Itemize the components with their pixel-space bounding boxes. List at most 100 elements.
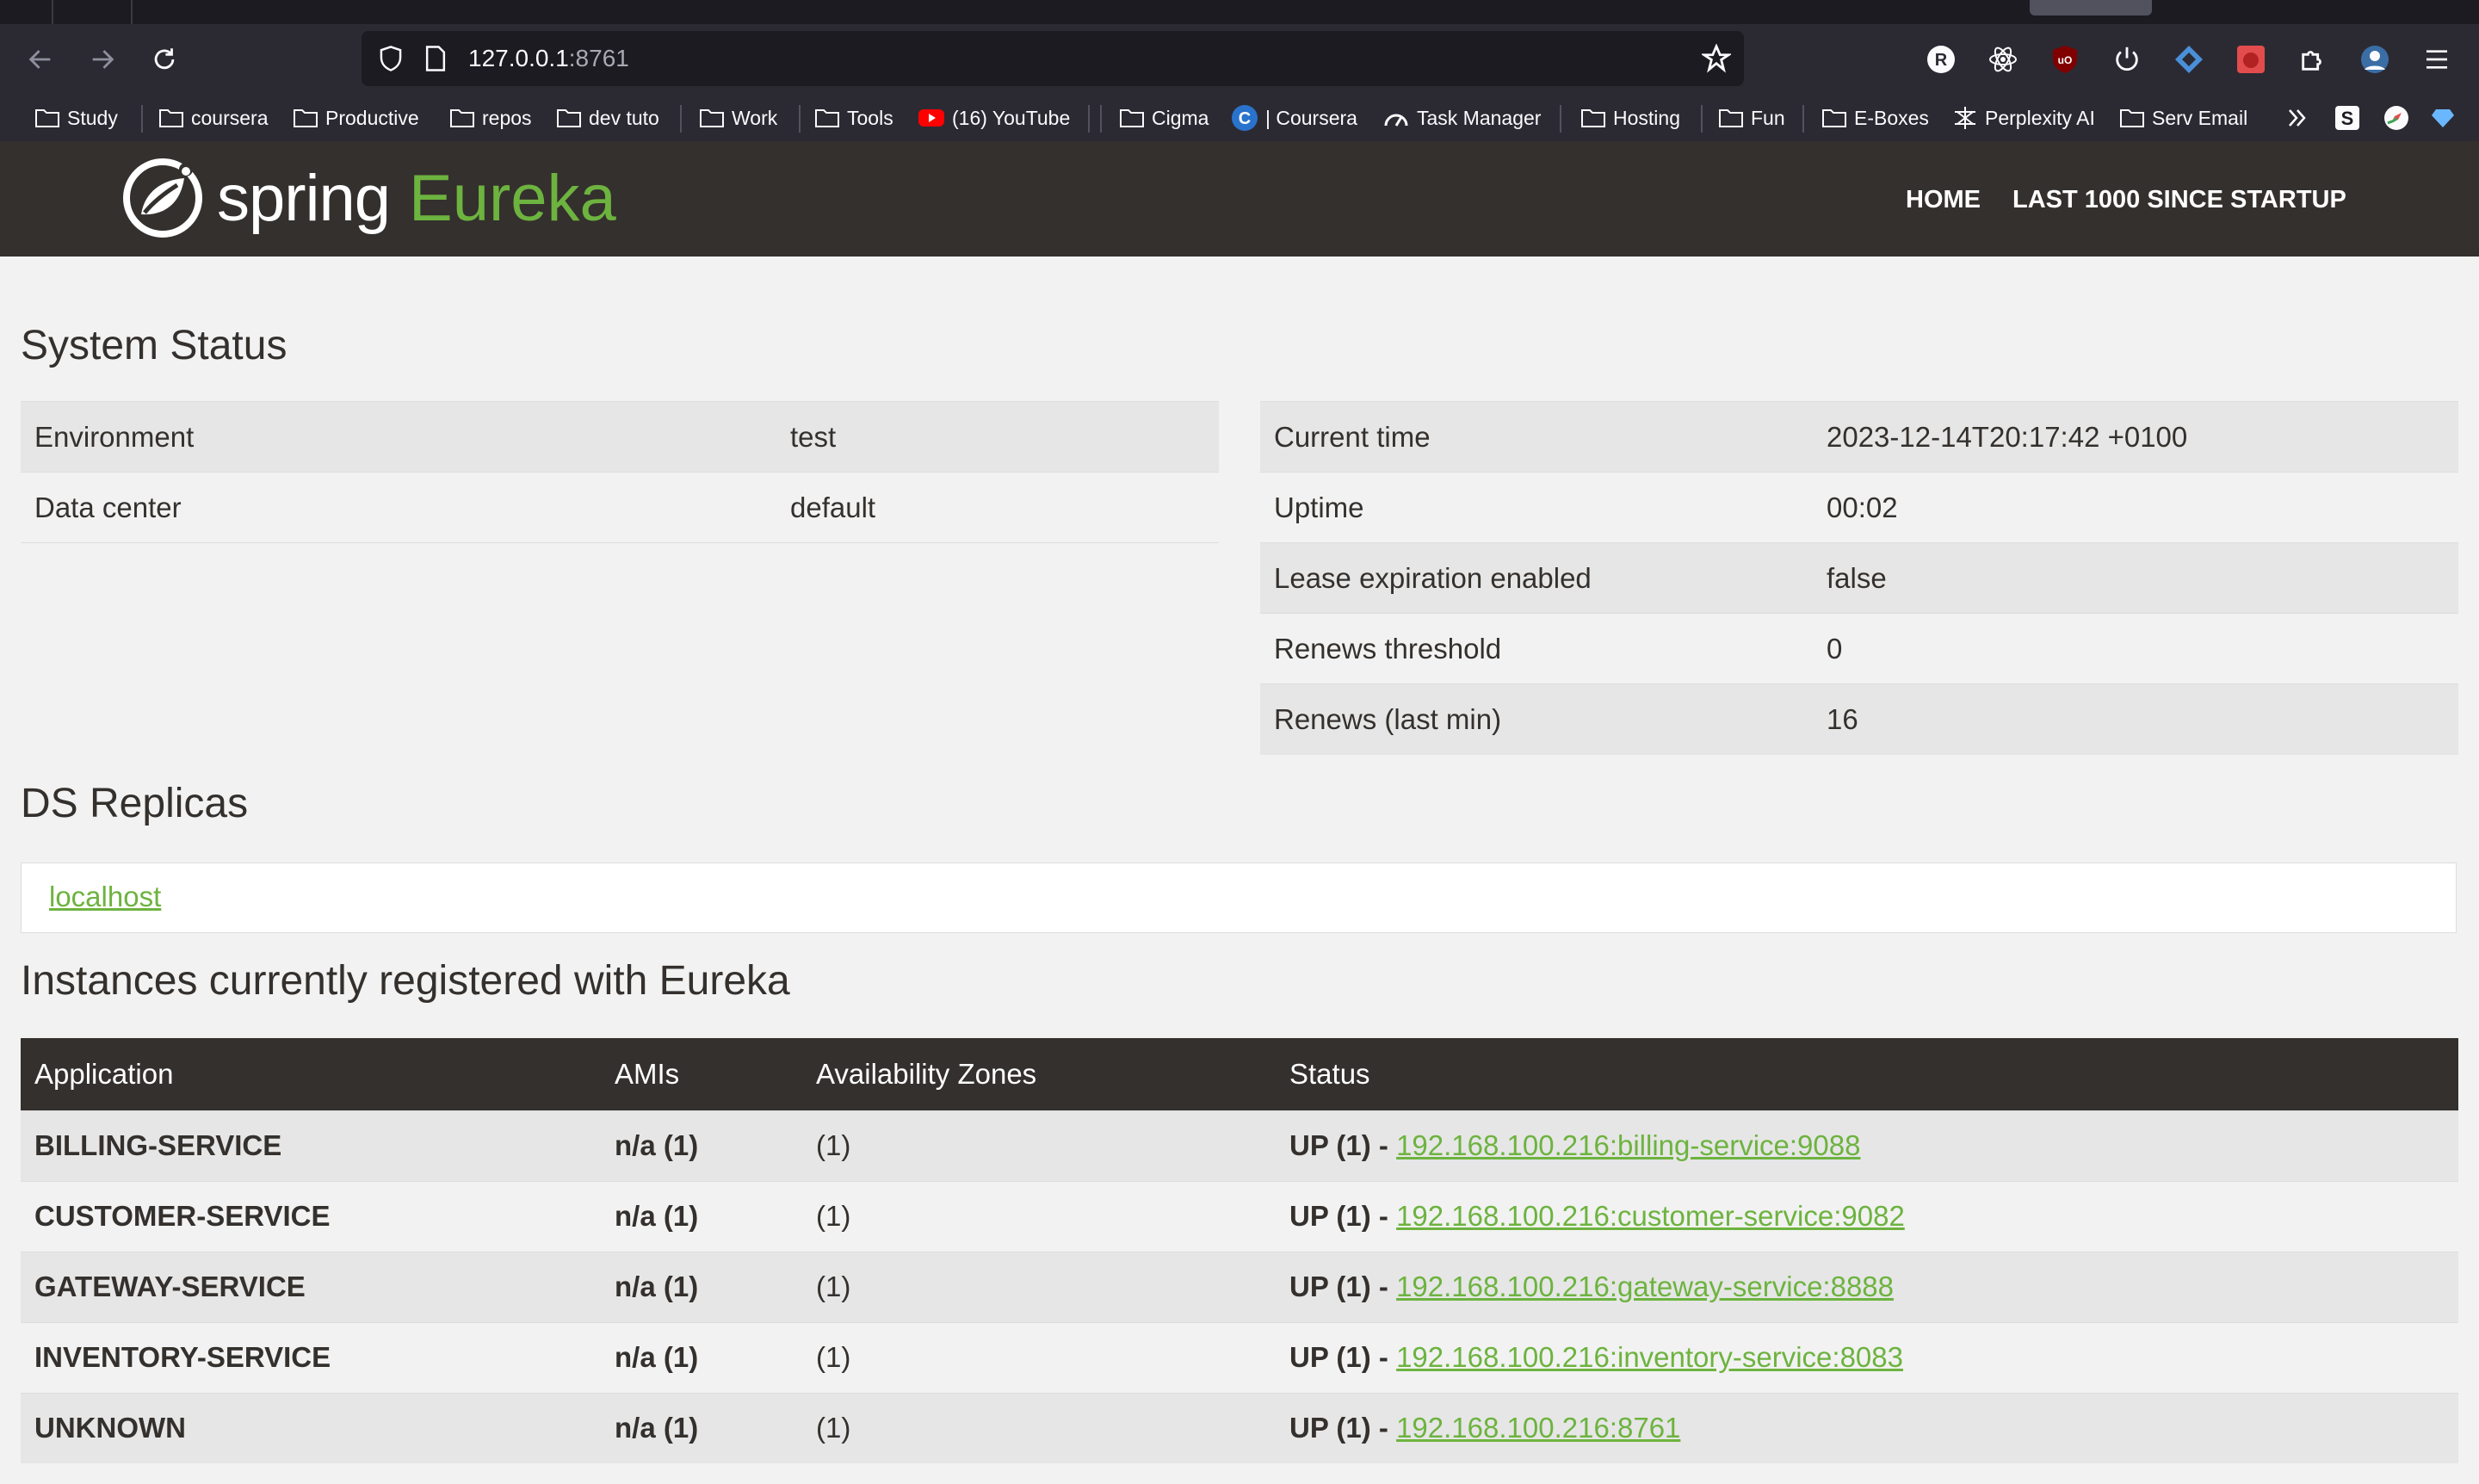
extensions-puzzle-icon[interactable] bbox=[2293, 40, 2333, 79]
system-status-heading: System Status bbox=[21, 323, 287, 368]
bookmark-star-icon[interactable] bbox=[1697, 40, 1735, 77]
bookmark-task-manager[interactable]: Task Manager bbox=[1382, 103, 1541, 133]
account-icon[interactable] bbox=[2355, 40, 2395, 79]
instance-link[interactable]: 192.168.100.216:billing-service:9088 bbox=[1396, 1129, 1860, 1161]
bookmark-study[interactable]: Study bbox=[34, 103, 118, 133]
coursera-icon: C bbox=[1232, 105, 1258, 131]
bookmark-gem-site[interactable] bbox=[2431, 103, 2462, 133]
folder-icon bbox=[1822, 109, 1846, 127]
table-row: INVENTORY-SERVICE n/a (1) (1) UP (1) - 1… bbox=[21, 1321, 2458, 1393]
bookmark-e-boxes[interactable]: E-Boxes bbox=[1821, 103, 1929, 133]
zones-cell: (1) bbox=[802, 1180, 1276, 1252]
instance-link[interactable]: 192.168.100.216:8761 bbox=[1396, 1412, 1680, 1444]
bookmark-hosting[interactable]: Hosting bbox=[1580, 103, 1680, 133]
bookmark-separator bbox=[680, 105, 682, 133]
bookmark-label: (16) YouTube bbox=[952, 106, 1071, 129]
bookmark-label: Serv Email bbox=[2152, 106, 2248, 129]
bookmark-label: repos bbox=[482, 106, 532, 129]
brand-eureka-text: Eureka bbox=[409, 161, 616, 235]
bookmark-s-site[interactable]: S bbox=[2334, 103, 2367, 133]
status-cell: UP (1) - 192.168.100.216:8761 bbox=[1276, 1392, 2458, 1463]
replica-localhost-link[interactable]: localhost bbox=[49, 881, 161, 913]
bookmark-productive[interactable]: Productive bbox=[293, 103, 419, 133]
bookmark-cigma[interactable]: Cigma bbox=[1119, 103, 1209, 133]
instance-link[interactable]: 192.168.100.216:gateway-service:8888 bbox=[1396, 1271, 1894, 1302]
double-chevron-right-icon bbox=[2289, 109, 2306, 127]
bookmark-separator bbox=[1701, 105, 1703, 133]
status-key: Environment bbox=[21, 401, 776, 473]
system-status-right-table: Current time 2023-12-14T20:17:42 +0100 U… bbox=[1260, 401, 2458, 755]
bookmark-coursera-folder[interactable]: coursera bbox=[158, 103, 268, 133]
gem-icon bbox=[2432, 109, 2454, 127]
instance-link[interactable]: 192.168.100.216:customer-service:9082 bbox=[1396, 1200, 1905, 1232]
folder-icon bbox=[1719, 109, 1743, 127]
forward-button[interactable] bbox=[83, 40, 122, 79]
bookmark-separator bbox=[799, 105, 801, 133]
bookmark-label: Fun bbox=[1751, 106, 1785, 129]
bookmark-serv-email[interactable]: Serv Email bbox=[2119, 103, 2247, 133]
table-row: GATEWAY-SERVICE n/a (1) (1) UP (1) - 192… bbox=[21, 1251, 2458, 1322]
instance-link[interactable]: 192.168.100.216:inventory-service:8083 bbox=[1396, 1341, 1903, 1373]
strawberry-extension-icon[interactable] bbox=[2231, 40, 2271, 79]
bookmark-label: Tools bbox=[847, 106, 893, 129]
amis-cell: n/a (1) bbox=[601, 1251, 802, 1322]
back-button[interactable] bbox=[21, 40, 60, 79]
status-value: false bbox=[1813, 542, 2458, 614]
react-devtools-icon[interactable] bbox=[1983, 40, 2023, 79]
spring-eureka-logo[interactable]: spring Eureka bbox=[122, 150, 616, 246]
hamburger-menu-icon[interactable] bbox=[2417, 40, 2457, 79]
bookmark-separator bbox=[1100, 105, 1102, 133]
amis-cell: n/a (1) bbox=[601, 1180, 802, 1252]
instances-header-row: Application AMIs Availability Zones Stat… bbox=[21, 1038, 2458, 1110]
nav-home-link[interactable]: HOME bbox=[1906, 176, 1981, 224]
status-row: Renews (last min) 16 bbox=[1260, 683, 2458, 755]
svg-text:S: S bbox=[2341, 108, 2354, 129]
status-value: default bbox=[776, 472, 1219, 543]
browser-tab-strip bbox=[0, 0, 2479, 24]
table-row: UNKNOWN n/a (1) (1) UP (1) - 192.168.100… bbox=[21, 1392, 2458, 1463]
bookmark-dev-tuto[interactable]: dev tuto bbox=[556, 103, 659, 133]
amis-cell: n/a (1) bbox=[601, 1110, 802, 1181]
folder-icon bbox=[557, 109, 581, 127]
table-row: BILLING-SERVICE n/a (1) (1) UP (1) - 192… bbox=[21, 1110, 2458, 1181]
status-key: Lease expiration enabled bbox=[1260, 542, 1813, 614]
zones-cell: (1) bbox=[802, 1251, 1276, 1322]
url-host: 127.0.0.1 bbox=[468, 45, 569, 71]
active-tab[interactable] bbox=[2030, 0, 2152, 15]
status-key: Current time bbox=[1260, 401, 1813, 473]
url-bar[interactable]: 127.0.0.1:8761 bbox=[362, 31, 1744, 86]
s-logo-icon: S bbox=[2335, 106, 2359, 130]
r-extension-icon[interactable]: R bbox=[1921, 40, 1961, 79]
folder-icon bbox=[159, 109, 183, 127]
application-name: GATEWAY-SERVICE bbox=[21, 1251, 601, 1322]
instances-table: Application AMIs Availability Zones Stat… bbox=[21, 1038, 2458, 1463]
url-text[interactable]: 127.0.0.1:8761 bbox=[468, 41, 629, 76]
status-row: Environment test bbox=[21, 401, 1219, 473]
nav-last-1000-link[interactable]: LAST 1000 SINCE STARTUP bbox=[2012, 176, 2346, 224]
bookmark-perplexity[interactable]: Perplexity AI bbox=[1952, 103, 2095, 133]
status-text: UP (1) - bbox=[1289, 1200, 1397, 1232]
bookmark-work[interactable]: Work bbox=[699, 103, 777, 133]
folder-icon bbox=[450, 109, 474, 127]
bookmark-coursera-site[interactable]: C | Coursera bbox=[1231, 103, 1357, 133]
status-value: 16 bbox=[1813, 683, 2458, 755]
bookmark-label: Work bbox=[732, 106, 778, 129]
bookmark-compass-site[interactable] bbox=[2383, 103, 2417, 133]
bookmark-tools[interactable]: Tools bbox=[814, 103, 893, 133]
ublock-icon[interactable]: uO bbox=[2045, 40, 2085, 79]
page-info-icon[interactable] bbox=[417, 40, 454, 77]
diamond-extension-icon[interactable] bbox=[2169, 40, 2209, 79]
application-name: BILLING-SERVICE bbox=[21, 1110, 601, 1181]
reload-button[interactable] bbox=[145, 40, 184, 79]
bookmark-repos[interactable]: repos bbox=[449, 103, 532, 133]
compass-icon bbox=[2384, 106, 2408, 130]
svg-text:uO: uO bbox=[2058, 54, 2073, 66]
power-icon[interactable] bbox=[2107, 40, 2147, 79]
status-value: 00:02 bbox=[1813, 472, 2458, 543]
bookmarks-overflow-button[interactable] bbox=[2284, 103, 2317, 133]
application-name: CUSTOMER-SERVICE bbox=[21, 1180, 601, 1252]
bookmark-youtube[interactable]: (16) YouTube bbox=[918, 103, 1070, 133]
zones-cell: (1) bbox=[802, 1110, 1276, 1181]
shield-icon[interactable] bbox=[372, 40, 410, 77]
bookmark-fun[interactable]: Fun bbox=[1718, 103, 1785, 133]
